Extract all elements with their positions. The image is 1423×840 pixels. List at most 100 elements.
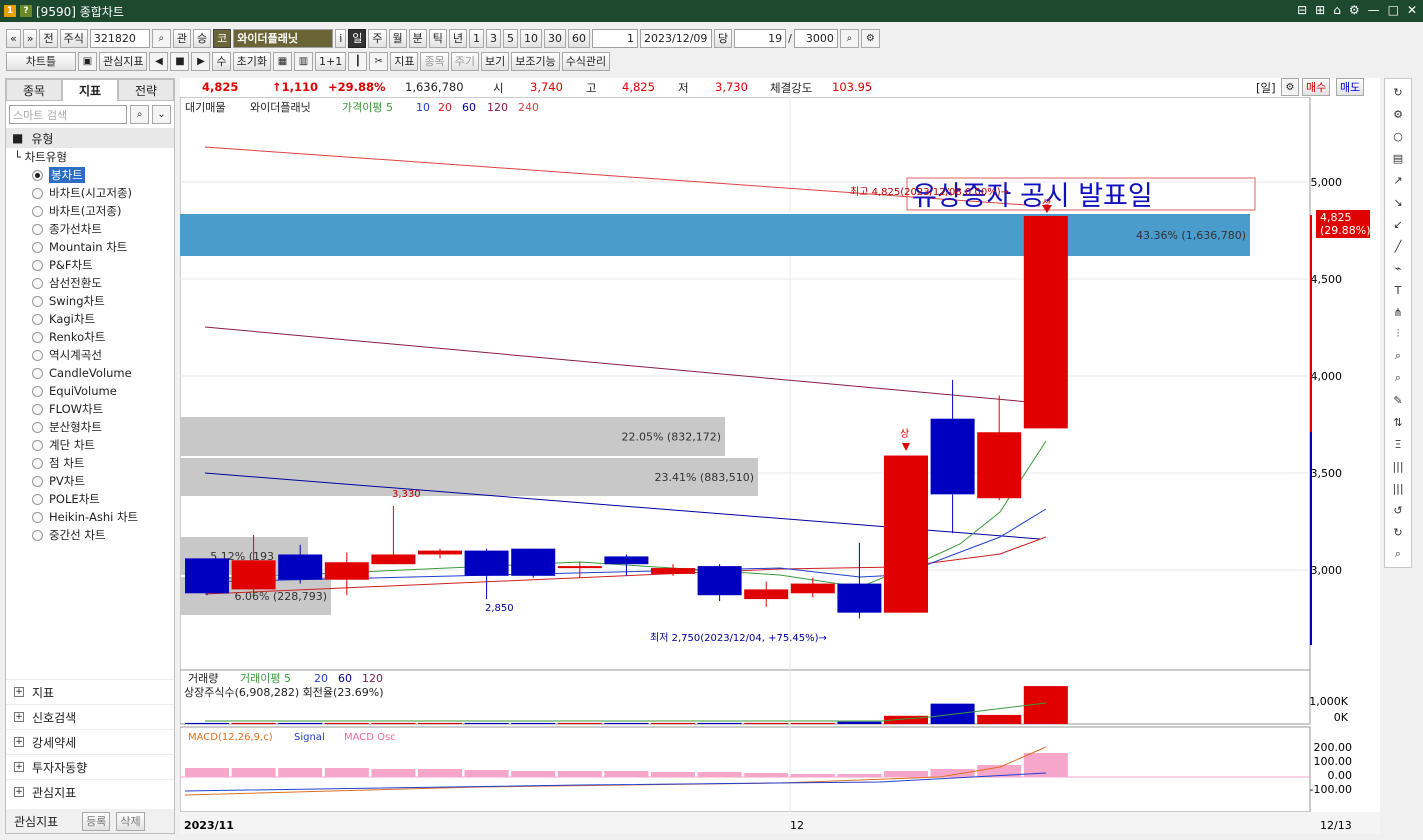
draw-tool-icon[interactable]: ↺ bbox=[1393, 499, 1402, 521]
one-plus-one-button[interactable]: 1+1 bbox=[314, 51, 347, 71]
chart-type-item[interactable]: POLE차트 bbox=[14, 490, 174, 508]
search-icon[interactable]: ⌕ bbox=[151, 28, 171, 48]
chart-type-item[interactable]: P&F차트 bbox=[14, 256, 174, 274]
draw-tool-icon[interactable]: ⫶ bbox=[1397, 323, 1400, 345]
candle-body[interactable] bbox=[604, 556, 649, 565]
plus-icon[interactable]: + bbox=[14, 762, 24, 772]
chart-type-item[interactable]: 바차트(고저종) bbox=[14, 202, 174, 220]
chart-type-item[interactable]: PV차트 bbox=[14, 472, 174, 490]
fold-group[interactable]: + 관심지표 bbox=[6, 779, 174, 804]
candle-body[interactable] bbox=[744, 589, 789, 600]
period-tick[interactable]: 틱 bbox=[428, 28, 447, 48]
chart-frame-button[interactable]: 차트틀 bbox=[6, 51, 76, 71]
draw-tool-icon[interactable]: ⌕ bbox=[1395, 543, 1401, 565]
watch-button[interactable]: 관 bbox=[172, 28, 191, 48]
draw-tool-icon[interactable]: ⇅ bbox=[1393, 411, 1402, 433]
arrow-left-icon[interactable]: ◀ bbox=[149, 51, 169, 71]
candle-body[interactable] bbox=[278, 554, 323, 580]
plus-icon[interactable]: + bbox=[14, 737, 24, 747]
candle-body[interactable] bbox=[790, 583, 835, 594]
tab-strategy[interactable]: 전략 bbox=[118, 79, 174, 101]
radio-icon[interactable] bbox=[32, 241, 43, 253]
nav-up-button[interactable]: » bbox=[22, 28, 38, 48]
aux-button[interactable]: 보조기능 bbox=[511, 51, 560, 71]
radio-icon[interactable] bbox=[32, 529, 43, 541]
draw-tool-icon[interactable]: ↻ bbox=[1393, 521, 1402, 543]
chart-type-item[interactable]: 역시계곡선 bbox=[14, 346, 174, 364]
chevron-down-icon[interactable]: ⌄ bbox=[152, 105, 171, 124]
chart-type-item[interactable]: 삼선전환도 bbox=[14, 274, 174, 292]
radio-icon[interactable] bbox=[32, 421, 43, 433]
chart-type-item[interactable]: Renko차트 bbox=[14, 328, 174, 346]
draw-tool-icon[interactable]: Ξ bbox=[1395, 433, 1402, 455]
period-week[interactable]: 주 bbox=[368, 28, 387, 48]
radio-icon[interactable] bbox=[32, 259, 43, 271]
radio-icon[interactable] bbox=[32, 313, 43, 325]
num-3[interactable]: 3 bbox=[486, 28, 502, 48]
draw-tool-icon[interactable]: ↗ bbox=[1393, 169, 1402, 191]
candle-body[interactable] bbox=[231, 560, 276, 590]
smart-search-input[interactable]: 스마트 검색 bbox=[9, 105, 127, 124]
num-1[interactable]: 1 bbox=[469, 28, 485, 48]
minimize-icon[interactable]: — bbox=[1368, 3, 1380, 17]
reset-button[interactable]: 초기화 bbox=[232, 51, 271, 71]
candle-body[interactable] bbox=[557, 566, 602, 569]
draw-tool-icon[interactable]: ↘ bbox=[1393, 191, 1402, 213]
gear-icon[interactable]: ⚙ bbox=[1349, 3, 1360, 17]
radio-icon[interactable] bbox=[32, 331, 43, 343]
search-icon[interactable]: ⌕ bbox=[130, 105, 149, 124]
formula-button[interactable]: 수식관리 bbox=[561, 51, 611, 71]
chart-type-item[interactable]: 중간선 차트 bbox=[14, 526, 174, 544]
plus-icon[interactable]: + bbox=[14, 687, 24, 697]
info-button[interactable]: i bbox=[335, 28, 347, 48]
group-header[interactable]: ■ 유형 bbox=[6, 128, 174, 148]
candle-body[interactable] bbox=[511, 548, 556, 576]
candle-body[interactable] bbox=[1023, 215, 1068, 429]
camera-icon[interactable]: ⌂ bbox=[1333, 3, 1341, 17]
split-icon[interactable]: ▥ bbox=[293, 51, 313, 71]
stock-code-input[interactable]: 321820 bbox=[89, 28, 150, 48]
period-day[interactable]: 일 bbox=[348, 28, 367, 48]
delete-button[interactable]: 삭제 bbox=[116, 811, 145, 831]
tab-indicator[interactable]: 지표 bbox=[62, 79, 118, 101]
buy-button[interactable]: 매수 bbox=[1302, 78, 1331, 96]
candle-body[interactable] bbox=[324, 562, 369, 580]
candle-body[interactable] bbox=[185, 558, 229, 594]
save-icon[interactable]: ▣ bbox=[78, 51, 97, 71]
seung-button[interactable]: 승 bbox=[192, 28, 212, 48]
market-select[interactable]: 주식 bbox=[59, 28, 88, 48]
draw-tool-icon[interactable]: ⌁ bbox=[1395, 257, 1402, 279]
zoom-icon[interactable]: ⌕ bbox=[839, 28, 859, 48]
settings-icon[interactable]: ⚙ bbox=[860, 28, 880, 48]
candle-body[interactable] bbox=[371, 554, 416, 565]
fold-group[interactable]: + 강세약세 bbox=[6, 729, 174, 754]
chart-type-item[interactable]: CandleVolume bbox=[14, 364, 174, 382]
draw-tool-icon[interactable]: ↙ bbox=[1393, 213, 1402, 235]
radio-icon[interactable] bbox=[32, 511, 43, 523]
indicator-button[interactable]: 지표 bbox=[390, 51, 419, 71]
table-icon[interactable]: ▦ bbox=[272, 51, 292, 71]
prev-button[interactable]: 전 bbox=[39, 28, 58, 48]
sell-button[interactable]: 매도 bbox=[1336, 78, 1365, 96]
radio-icon[interactable] bbox=[32, 205, 43, 217]
candle-body[interactable] bbox=[651, 568, 695, 574]
draw-tool-icon[interactable]: ⌕ bbox=[1395, 345, 1401, 367]
num-10[interactable]: 10 bbox=[520, 28, 543, 48]
count-input[interactable]: 19 bbox=[734, 28, 787, 48]
candle-body[interactable] bbox=[697, 566, 742, 596]
tab-item[interactable]: 종목 bbox=[6, 79, 62, 101]
plus-icon[interactable]: + bbox=[14, 712, 24, 722]
radio-icon[interactable] bbox=[32, 457, 43, 469]
su-button[interactable]: 수 bbox=[212, 51, 231, 71]
period-month[interactable]: 월 bbox=[388, 28, 407, 48]
fav-indicator-button[interactable]: 관심지표 bbox=[99, 51, 148, 71]
radio-icon[interactable] bbox=[32, 439, 43, 451]
register-button[interactable]: 등록 bbox=[82, 811, 111, 831]
candle-icon[interactable]: ┃ bbox=[348, 51, 368, 71]
candle-body[interactable] bbox=[930, 418, 975, 495]
tree-root[interactable]: └ 차트유형 bbox=[14, 148, 174, 166]
chart-type-item[interactable]: 계단 차트 bbox=[14, 436, 174, 454]
candle-body[interactable] bbox=[464, 550, 509, 576]
radio-icon[interactable] bbox=[32, 223, 43, 235]
arrow-right-icon[interactable]: ▶ bbox=[191, 51, 211, 71]
